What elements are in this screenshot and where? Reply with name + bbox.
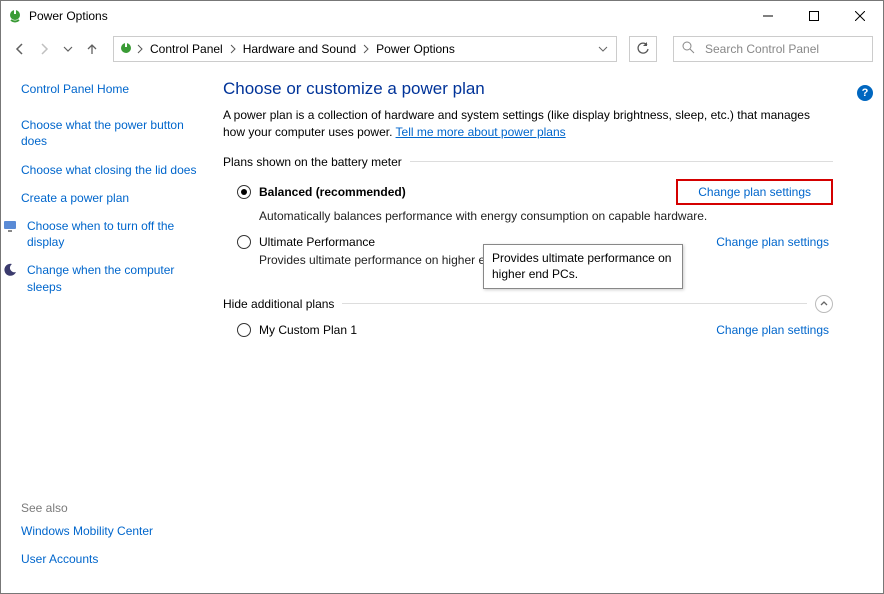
- search-input[interactable]: [703, 41, 864, 57]
- maximize-button[interactable]: [791, 1, 837, 31]
- sidebar-link-close-lid[interactable]: Choose what closing the lid does: [21, 162, 201, 178]
- see-also-accounts-link[interactable]: User Accounts: [21, 551, 153, 567]
- radio-ultimate[interactable]: [237, 235, 251, 249]
- control-panel-home-link[interactable]: Control Panel Home: [21, 81, 201, 97]
- radio-custom[interactable]: [237, 323, 251, 337]
- up-button[interactable]: [83, 40, 101, 58]
- sidebar: Control Panel Home Choose what the power…: [1, 67, 211, 593]
- chevron-right-icon[interactable]: [362, 44, 370, 54]
- search-icon: [682, 41, 695, 57]
- recent-dropdown[interactable]: [59, 40, 77, 58]
- divider: [342, 303, 807, 304]
- close-button[interactable]: [837, 1, 883, 31]
- tooltip-text: Provides ultimate performance on higher …: [492, 251, 671, 281]
- breadcrumb-page[interactable]: Power Options: [372, 40, 459, 58]
- plan-name-custom: My Custom Plan 1: [259, 323, 357, 337]
- titlebar: Power Options: [1, 1, 883, 31]
- section-battery-plans: Plans shown on the battery meter: [223, 155, 833, 169]
- monitor-icon: [2, 218, 18, 234]
- radio-balanced[interactable]: [237, 185, 251, 199]
- window-title: Power Options: [29, 9, 108, 23]
- refresh-button[interactable]: [629, 36, 657, 62]
- change-settings-custom[interactable]: Change plan settings: [716, 323, 833, 337]
- learn-more-link[interactable]: Tell me more about power plans: [396, 125, 566, 139]
- section-label: Hide additional plans: [223, 297, 334, 311]
- chevron-right-icon[interactable]: [229, 44, 237, 54]
- page-title: Choose or customize a power plan: [223, 79, 833, 99]
- sidebar-link-create-plan[interactable]: Create a power plan: [21, 190, 201, 206]
- address-icon: [118, 41, 134, 57]
- change-settings-balanced[interactable]: Change plan settings: [676, 179, 833, 205]
- sidebar-link-display-off[interactable]: Choose when to turn off the display: [21, 218, 201, 250]
- plan-name-ultimate: Ultimate Performance: [259, 235, 375, 249]
- back-button[interactable]: [11, 40, 29, 58]
- plan-balanced: Balanced (recommended) Change plan setti…: [237, 179, 833, 223]
- address-bar[interactable]: Control Panel Hardware and Sound Power O…: [113, 36, 617, 62]
- see-also-mobility-link[interactable]: Windows Mobility Center: [21, 523, 153, 539]
- search-box[interactable]: [673, 36, 873, 62]
- moon-icon: [2, 262, 18, 278]
- main-content: Choose or customize a power plan A power…: [211, 67, 883, 593]
- nav-bar: Control Panel Hardware and Sound Power O…: [1, 31, 883, 67]
- see-also-section: See also Windows Mobility Center User Ac…: [21, 501, 153, 579]
- tooltip: Provides ultimate performance on higher …: [483, 244, 683, 289]
- plan-desc-balanced: Automatically balances performance with …: [259, 209, 833, 223]
- plan-custom: My Custom Plan 1 Change plan settings: [237, 323, 833, 337]
- divider: [410, 161, 833, 162]
- change-settings-ultimate[interactable]: Change plan settings: [716, 235, 833, 249]
- breadcrumb-root[interactable]: Control Panel: [146, 40, 227, 58]
- plan-name-balanced: Balanced (recommended): [259, 185, 406, 199]
- sidebar-item-label: Choose when to turn off the display: [27, 218, 201, 250]
- sidebar-link-power-button[interactable]: Choose what the power button does: [21, 117, 201, 149]
- sidebar-link-sleep[interactable]: Change when the computer sleeps: [21, 262, 201, 294]
- minimize-button[interactable]: [745, 1, 791, 31]
- see-also-header: See also: [21, 501, 153, 515]
- chevron-right-icon[interactable]: [136, 44, 144, 54]
- address-dropdown[interactable]: [594, 37, 612, 61]
- window: Power Options Control Panel Hardware and…: [0, 0, 884, 594]
- section-hide-plans[interactable]: Hide additional plans: [223, 295, 833, 313]
- breadcrumb-category[interactable]: Hardware and Sound: [239, 40, 360, 58]
- app-icon: [7, 8, 23, 24]
- sidebar-item-label: Change when the computer sleeps: [27, 262, 201, 294]
- section-label: Plans shown on the battery meter: [223, 155, 402, 169]
- page-description: A power plan is a collection of hardware…: [223, 107, 823, 141]
- window-controls: [745, 1, 883, 31]
- forward-button[interactable]: [35, 40, 53, 58]
- collapse-icon[interactable]: [815, 295, 833, 313]
